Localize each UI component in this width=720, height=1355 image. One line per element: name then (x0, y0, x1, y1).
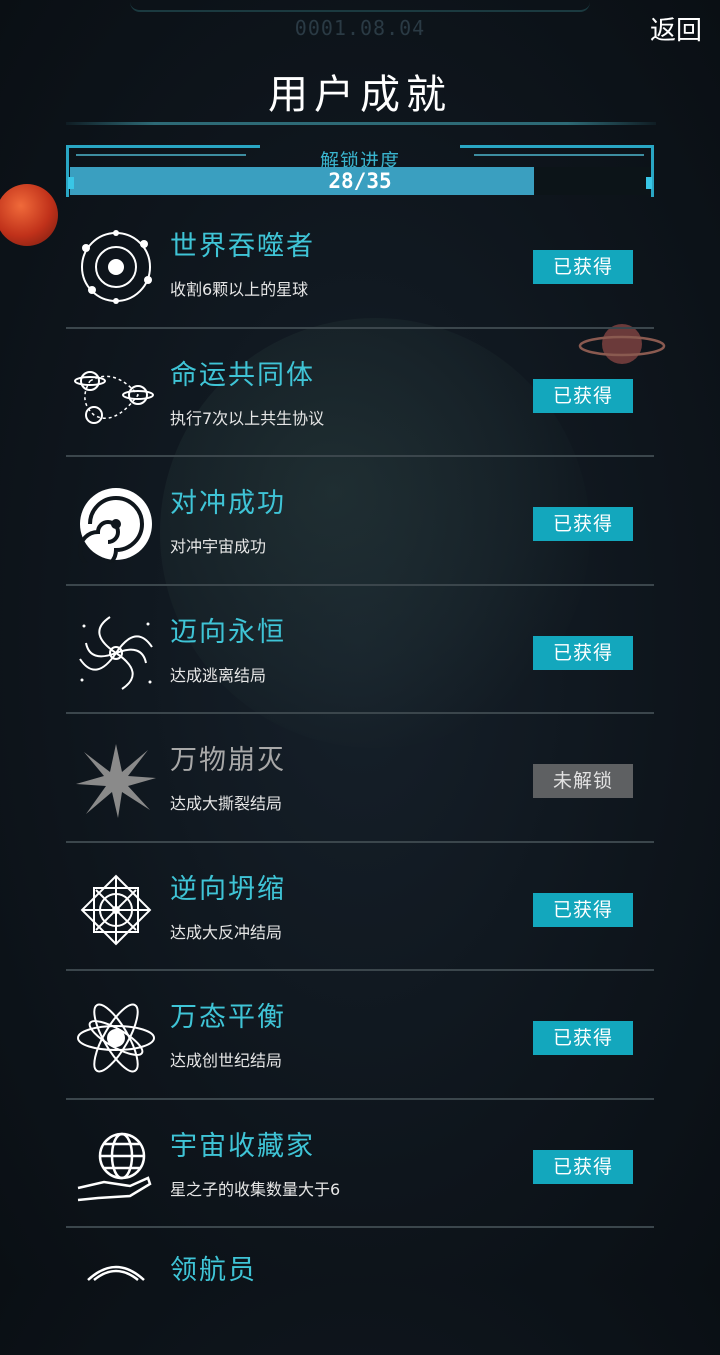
achievement-name: 逆向坍缩 (170, 873, 286, 905)
achievement-name: 万物崩灭 (170, 745, 286, 776)
achievement-name: 世界吞噬者 (170, 231, 315, 262)
achievement-desc: 达成逃离结局 (170, 665, 267, 685)
achievement-desc: 达成大反冲结局 (170, 922, 283, 942)
achievement-desc: 对冲宇宙成功 (170, 537, 267, 556)
earned-badge[interactable]: 已获得 (533, 635, 633, 670)
achievement-name: 宇宙收藏家 (170, 1130, 315, 1162)
spiral-galaxy-icon (74, 614, 158, 692)
achievement-row: 万物崩灭达成大撕裂结局 未解锁 (66, 714, 654, 843)
swirl-vortex-icon (74, 485, 158, 570)
achievement-name: 对冲成功 (170, 488, 286, 519)
earned-badge[interactable]: 已获得 (533, 1149, 633, 1184)
achievement-row: 对冲成功对冲宇宙成功 已获得 (66, 457, 654, 586)
mandala-icon (74, 871, 158, 949)
achievement-row: 迈向永恒达成逃离结局 已获得 (66, 586, 654, 714)
achievement-row: 命运共同体执行7次以上共生协议 已获得 (66, 329, 654, 457)
achievement-desc: 达成创世纪结局 (170, 1051, 283, 1070)
earned-badge[interactable]: 已获得 (533, 892, 633, 927)
navigator-icon (74, 1250, 158, 1328)
achievement-name: 领航员 (170, 1255, 257, 1286)
orbit-network-icon (74, 228, 158, 306)
achievement-row: 宇宙收藏家星之子的收集数量大于6 已获得 (66, 1100, 654, 1228)
achievement-row: 世界吞噬者收割6颗以上的星球 已获得 (66, 200, 654, 329)
achievement-row: 领航员 (66, 1228, 654, 1355)
earned-badge[interactable]: 已获得 (533, 507, 633, 541)
achievement-desc: 收割6颗以上的星球 (170, 280, 309, 299)
unlock-progress: 解锁进度 28/35 (66, 145, 654, 197)
achievement-desc: 达成大撕裂结局 (170, 794, 283, 813)
earned-badge[interactable]: 已获得 (533, 1021, 633, 1055)
game-date: 0001.08.04 (294, 16, 426, 40)
progress-track: 28/35 (70, 167, 650, 195)
achievement-list: 世界吞噬者 收割6颗以上的星球 已获得 命运共同体 执行7次以上共生协议 已获得 对冲成功对… (66, 200, 654, 1355)
top-frame (130, 0, 590, 12)
locked-badge[interactable]: 未解锁 (533, 764, 633, 798)
linked-planets-icon (74, 357, 158, 435)
earned-badge[interactable]: 已获得 (533, 250, 633, 284)
achievement-desc: 星之子的收集数量大于6 (170, 1179, 341, 1199)
hand-globe-icon (74, 1128, 158, 1206)
title-divider (66, 122, 656, 125)
atom-orbit-icon (74, 999, 158, 1077)
achievement-row: 逆向坍缩达成大反冲结局 已获得 (66, 843, 654, 971)
achievement-row: 万态平衡达成创世纪结局 已获得 (66, 971, 654, 1100)
earned-badge[interactable]: 已获得 (533, 378, 633, 413)
achievement-name: 迈向永恒 (170, 616, 286, 648)
back-button[interactable]: 返回 (650, 10, 702, 47)
achievement-name: 万态平衡 (170, 1002, 286, 1033)
red-planet-decoration (0, 184, 58, 246)
progress-text: 28/35 (328, 169, 392, 193)
achievement-desc: 执行7次以上共生协议 (170, 408, 325, 428)
starburst-icon (74, 742, 158, 820)
page-title: 用户成就 (268, 72, 452, 118)
achievement-name: 命运共同体 (170, 359, 315, 391)
